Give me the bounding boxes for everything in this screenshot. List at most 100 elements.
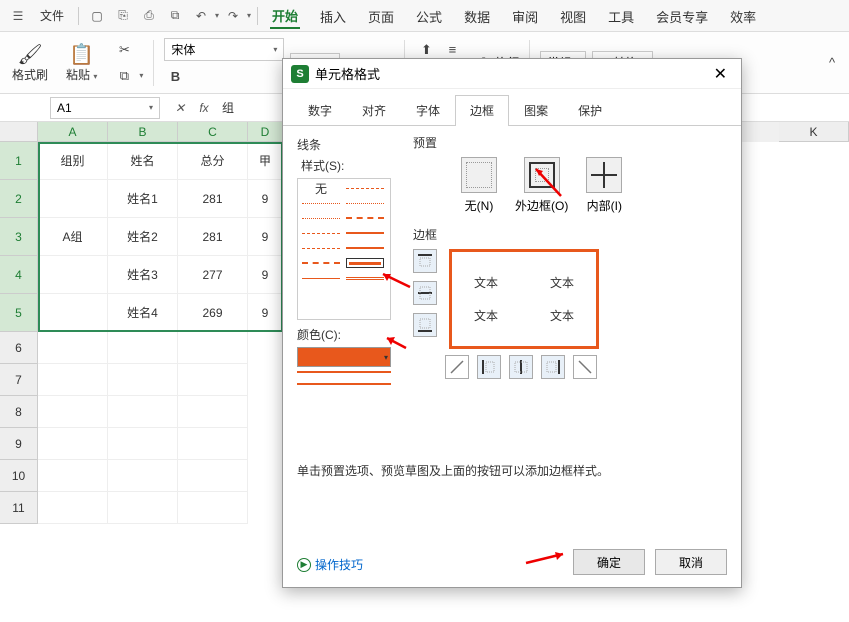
style-opt[interactable] <box>302 213 340 223</box>
cell[interactable]: 姓名4 <box>108 294 178 332</box>
dtab-border[interactable]: 边框 <box>455 95 509 126</box>
border-preview[interactable]: 文本 文本 文本 文本 <box>449 249 599 349</box>
cell[interactable]: 总分 <box>178 142 248 180</box>
col-header-b[interactable]: B <box>108 122 178 142</box>
tab-insert[interactable]: 插入 <box>318 5 348 28</box>
col-header-c[interactable]: C <box>178 122 248 142</box>
dtab-number[interactable]: 数字 <box>293 95 347 125</box>
cell[interactable]: 姓名1 <box>108 180 178 218</box>
cell[interactable] <box>178 332 248 364</box>
cell[interactable] <box>38 180 108 218</box>
border-diag-down-button[interactable] <box>573 355 597 379</box>
row-header[interactable]: 9 <box>0 428 38 460</box>
style-opt[interactable] <box>302 258 340 268</box>
style-none[interactable]: 无 <box>302 183 340 193</box>
row-header[interactable]: 10 <box>0 460 38 492</box>
tab-data[interactable]: 数据 <box>462 5 492 28</box>
color-picker[interactable]: ▾ <box>297 347 391 367</box>
close-icon[interactable]: ✕ <box>708 62 733 86</box>
cell[interactable]: 269 <box>178 294 248 332</box>
cell[interactable] <box>38 460 108 492</box>
col-header-a[interactable]: A <box>38 122 108 142</box>
tab-member[interactable]: 会员专享 <box>654 5 710 28</box>
cell[interactable] <box>178 492 248 524</box>
style-opt[interactable] <box>302 243 340 253</box>
cell[interactable] <box>38 364 108 396</box>
cancel-formula-icon[interactable]: ✕ <box>168 97 192 119</box>
cell[interactable] <box>108 332 178 364</box>
col-header-d[interactable]: D <box>248 122 283 142</box>
cell[interactable] <box>38 332 108 364</box>
row-header[interactable]: 11 <box>0 492 38 524</box>
format-brush-button[interactable]: 🖌 格式刷 <box>6 40 54 85</box>
ok-button[interactable]: 确定 <box>573 549 645 575</box>
row-header[interactable]: 6 <box>0 332 38 364</box>
tips-link[interactable]: ▶ 操作技巧 <box>297 556 363 573</box>
copy-icon[interactable]: ⧉ <box>113 65 135 87</box>
dtab-pattern[interactable]: 图案 <box>509 95 563 125</box>
row-header[interactable]: 7 <box>0 364 38 396</box>
style-opt[interactable] <box>302 273 340 283</box>
style-opt[interactable] <box>302 198 340 208</box>
cell[interactable] <box>178 364 248 396</box>
dtab-align[interactable]: 对齐 <box>347 95 401 125</box>
cell[interactable]: A组 <box>38 218 108 256</box>
cut-icon[interactable]: ✂ <box>113 39 135 61</box>
tab-tools[interactable]: 工具 <box>606 5 636 28</box>
style-opt[interactable] <box>346 273 384 283</box>
row-header[interactable]: 3 <box>0 218 38 256</box>
row-header[interactable]: 8 <box>0 396 38 428</box>
style-opt[interactable] <box>346 228 384 238</box>
cell[interactable] <box>108 364 178 396</box>
cancel-button[interactable]: 取消 <box>655 549 727 575</box>
cell[interactable] <box>178 428 248 460</box>
name-box[interactable]: A1 ▾ <box>50 97 160 119</box>
preset-inner[interactable]: 内部(I) <box>586 157 622 214</box>
tab-review[interactable]: 审阅 <box>510 5 540 28</box>
cell[interactable] <box>108 428 178 460</box>
fx-icon[interactable]: fx <box>192 97 216 119</box>
collapse-ribbon-icon[interactable]: ^ <box>821 52 843 74</box>
preset-none[interactable]: 无(N) <box>461 157 497 214</box>
cell[interactable]: 9 <box>248 256 283 294</box>
cell[interactable] <box>108 492 178 524</box>
cell[interactable]: 9 <box>248 218 283 256</box>
row-header[interactable]: 4 <box>0 256 38 294</box>
cell[interactable]: 姓名2 <box>108 218 178 256</box>
dtab-font[interactable]: 字体 <box>401 95 455 125</box>
cell[interactable] <box>38 256 108 294</box>
cell[interactable]: 9 <box>248 180 283 218</box>
border-bottom-button[interactable] <box>413 313 437 337</box>
paste-button[interactable]: 📋 粘贴 ▾ <box>60 40 103 85</box>
tab-page[interactable]: 页面 <box>366 5 396 28</box>
cell[interactable] <box>108 460 178 492</box>
preset-outer[interactable]: 外边框(O) <box>515 157 568 214</box>
border-left-button[interactable] <box>477 355 501 379</box>
tab-formula[interactable]: 公式 <box>414 5 444 28</box>
cell[interactable] <box>38 396 108 428</box>
font-name-select[interactable]: 宋体 ▾ <box>164 38 284 61</box>
border-hmid-button[interactable] <box>413 281 437 305</box>
style-opt[interactable] <box>302 228 340 238</box>
cell[interactable]: 281 <box>178 180 248 218</box>
border-right-button[interactable] <box>541 355 565 379</box>
dtab-protect[interactable]: 保护 <box>563 95 617 125</box>
cell[interactable]: 甲 <box>248 142 283 180</box>
bold-icon[interactable]: B <box>164 65 186 87</box>
tab-view[interactable]: 视图 <box>558 5 588 28</box>
cell[interactable] <box>178 396 248 428</box>
col-header-k[interactable]: K <box>779 122 849 142</box>
tab-start[interactable]: 开始 <box>270 4 300 29</box>
border-diag-up-button[interactable] <box>445 355 469 379</box>
cell[interactable] <box>38 428 108 460</box>
style-opt-selected[interactable] <box>346 258 384 268</box>
row-header[interactable]: 5 <box>0 294 38 332</box>
row-header[interactable]: 2 <box>0 180 38 218</box>
cell[interactable] <box>38 492 108 524</box>
cell[interactable] <box>108 396 178 428</box>
row-header[interactable]: 1 <box>0 142 38 180</box>
border-top-button[interactable] <box>413 249 437 273</box>
cell[interactable]: 姓名 <box>108 142 178 180</box>
chevron-down-icon[interactable]: ▾ <box>139 71 143 80</box>
border-vmid-button[interactable] <box>509 355 533 379</box>
